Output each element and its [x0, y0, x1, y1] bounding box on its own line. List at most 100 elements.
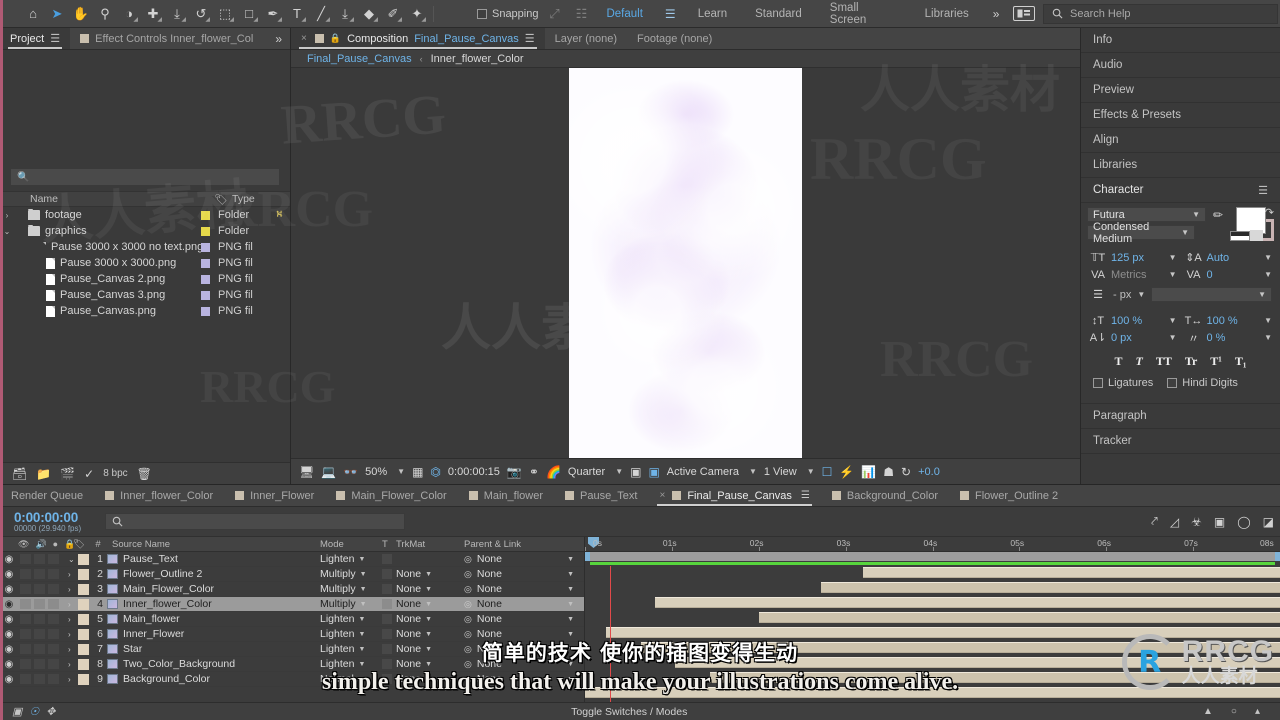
- font-size-field[interactable]: 𝕋T 125 px ▼: [1089, 249, 1177, 266]
- twirl-icon[interactable]: ›: [68, 630, 78, 639]
- layer-duration-bar[interactable]: [640, 642, 1280, 653]
- twirl-icon[interactable]: ›: [68, 615, 78, 624]
- toggle-switches-modes-icon[interactable]: ▣: [12, 705, 22, 718]
- layer-name[interactable]: Flower_Outline 2: [123, 568, 320, 580]
- workspace-more-icon[interactable]: »: [983, 7, 1010, 21]
- graph-editor-icon[interactable]: ◪: [1263, 515, 1274, 529]
- pixel-aspect-icon[interactable]: 👓: [343, 465, 358, 479]
- pixel-aspect-correction-icon[interactable]: ☐: [822, 465, 833, 479]
- parent-link-select[interactable]: ◎ None ▼: [464, 598, 584, 610]
- timeline-layer-row[interactable]: ◉ › 4 Inner_flower_Color Multiply ▼ None ▼ ◎ None…: [0, 597, 584, 612]
- pick-whip-icon[interactable]: ◎: [464, 554, 472, 565]
- zoom-out-icon[interactable]: ▲: [1203, 706, 1213, 717]
- parent-link-select[interactable]: ◎ None ▼: [464, 568, 584, 580]
- horizontal-scale-field[interactable]: T↔ 100 % ▼: [1185, 312, 1272, 329]
- vertical-scale-field[interactable]: ↕T 100 % ▼: [1089, 312, 1177, 329]
- workspace-learn[interactable]: Learn: [684, 0, 741, 27]
- panel-effects-presets[interactable]: Effects & Presets: [1081, 103, 1280, 128]
- work-area-bar[interactable]: [585, 552, 1280, 561]
- stroke-width-value[interactable]: - px: [1113, 289, 1131, 301]
- parent-link-select[interactable]: ◎ None ▼: [464, 673, 584, 685]
- pick-whip-icon[interactable]: ◎: [464, 644, 472, 655]
- project-item[interactable]: Pause 3000 x 3000 no text.png PNG fil: [0, 239, 290, 255]
- timeline-layer-row[interactable]: ◉ › 7 Star Lighten ▼ None ▼ ◎ None ▼: [0, 642, 584, 657]
- type-tool-icon[interactable]: T ◢: [286, 3, 308, 25]
- motion-blur-icon[interactable]: ◯: [1237, 515, 1250, 529]
- pick-whip-icon[interactable]: ◎: [464, 584, 472, 595]
- layer-duration-bar[interactable]: [758, 612, 1280, 623]
- parent-link-select[interactable]: ◎ None ▼: [464, 628, 584, 640]
- twirl-icon[interactable]: ›: [68, 645, 78, 654]
- panel-align[interactable]: Align: [1081, 128, 1280, 153]
- layer-blend-mode-select[interactable]: Multiply ▼: [320, 583, 382, 595]
- text-style-button-3[interactable]: Tr: [1185, 354, 1197, 369]
- timeline-search-input[interactable]: [105, 513, 405, 530]
- eyedropper-icon[interactable]: ✏: [1210, 208, 1226, 222]
- selection-tool-icon[interactable]: ➤: [46, 3, 68, 25]
- twirl-icon[interactable]: ›: [68, 570, 78, 579]
- preserve-transparency-toggle[interactable]: [382, 584, 396, 594]
- project-settings-icon[interactable]: 🎬: [60, 467, 75, 481]
- column-name[interactable]: Name: [0, 193, 210, 205]
- parent-link-select[interactable]: ◎ None ▼: [464, 643, 584, 655]
- layer-blend-mode-select[interactable]: Multiply ▼: [320, 598, 382, 610]
- pick-whip-icon[interactable]: ◎: [464, 614, 472, 625]
- layer-name[interactable]: Inner_flower_Color: [123, 598, 320, 610]
- take-snapshot-icon[interactable]: 📷: [507, 465, 522, 479]
- pick-whip-icon[interactable]: ◎: [464, 659, 472, 670]
- layer-blend-mode-select[interactable]: Lighten ▼: [320, 658, 382, 670]
- project-item[interactable]: Pause_Canvas.png PNG fil: [0, 303, 290, 319]
- layer-name[interactable]: Star: [123, 643, 320, 655]
- pick-whip-icon[interactable]: ◎: [464, 569, 472, 580]
- layer-blend-mode-select[interactable]: Lighten ▼: [320, 643, 382, 655]
- shape-tool-icon[interactable]: □ ◢: [238, 3, 260, 25]
- workspace-standard[interactable]: Standard: [741, 0, 816, 27]
- always-preview-icon[interactable]: 🖥: [299, 465, 314, 479]
- panel-paragraph[interactable]: Paragraph: [1081, 404, 1280, 429]
- home-icon[interactable]: ⌂: [22, 3, 44, 25]
- twirl-icon[interactable]: ›: [68, 675, 78, 684]
- twirl-icon[interactable]: ›: [68, 600, 78, 609]
- breadcrumb-current[interactable]: Final_Pause_Canvas: [307, 53, 412, 65]
- timeline-tab-main-flower[interactable]: Main_flower: [458, 485, 554, 506]
- label-color-swatch[interactable]: [201, 210, 210, 220]
- layer-switches[interactable]: [18, 554, 68, 564]
- tab-project[interactable]: Project ☰: [0, 28, 71, 49]
- swap-colors-icon[interactable]: ↷: [1265, 206, 1274, 219]
- column-parent-link[interactable]: Parent & Link: [464, 539, 584, 550]
- label-color-swatch[interactable]: [78, 583, 89, 595]
- parent-link-select[interactable]: ◎ None ▼: [464, 583, 584, 595]
- baseline-shift-field[interactable]: A⇂ 0 px ▼: [1089, 329, 1177, 346]
- layer-duration-bar[interactable]: [821, 582, 1280, 593]
- frame-blending-icon[interactable]: ▣: [1214, 515, 1225, 529]
- parent-link-select[interactable]: ◎ None ▼: [464, 613, 584, 625]
- panel-libraries[interactable]: Libraries: [1081, 153, 1280, 178]
- fast-previews-icon[interactable]: ⚡: [839, 465, 854, 479]
- timeline-current-time[interactable]: 0:00:00:00: [14, 510, 105, 525]
- preserve-transparency-toggle[interactable]: [382, 644, 396, 654]
- delete-icon[interactable]: 🗑: [137, 467, 152, 481]
- zoom-level-select[interactable]: 50% ▼: [365, 466, 405, 478]
- parent-link-select[interactable]: ◎ None ▼: [464, 553, 584, 565]
- timeline-tab-background-color[interactable]: Background_Color: [821, 485, 949, 506]
- workspace-menu-icon[interactable]: ☰: [657, 7, 684, 21]
- 3d-renderer-icon[interactable]: ▣: [648, 465, 659, 479]
- label-color-swatch[interactable]: [78, 613, 89, 625]
- lock-icon[interactable]: 🔒: [330, 33, 341, 44]
- layer-blend-mode-select[interactable]: Lighten ▼: [320, 628, 382, 640]
- panel-menu-icon[interactable]: ☰: [525, 32, 535, 45]
- panel-preview[interactable]: Preview: [1081, 78, 1280, 103]
- timeline-tab-pause-text[interactable]: Pause_Text: [554, 485, 648, 506]
- new-folder-icon[interactable]: 📁: [36, 467, 51, 481]
- timeline-layer-row[interactable]: ◉ › 9 Background_Color Normal ▼ None ▼ ◎ None ▼: [0, 672, 584, 687]
- composition-viewport[interactable]: RRCG 人人素材: [279, 68, 1080, 458]
- timeline-tab-render-queue[interactable]: Render Queue: [0, 485, 94, 506]
- label-color-swatch[interactable]: [78, 553, 89, 565]
- ligatures-toggle[interactable]: Ligatures: [1093, 377, 1153, 389]
- composition-mini-flowchart-icon[interactable]: ⤤: [1151, 514, 1158, 529]
- parent-link-select[interactable]: ◎ None ▼: [464, 658, 584, 670]
- current-time-indicator[interactable]: [610, 566, 611, 702]
- workspace-small-screen[interactable]: Small Screen: [816, 0, 911, 27]
- label-color-swatch[interactable]: [78, 628, 89, 640]
- project-item[interactable]: Pause 3000 x 3000.png PNG fil: [0, 255, 290, 271]
